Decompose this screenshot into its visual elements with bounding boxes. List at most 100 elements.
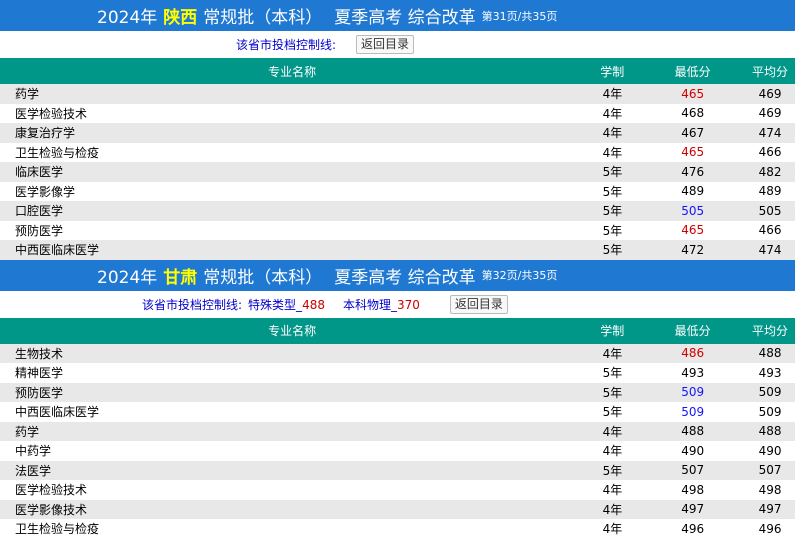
major-name: 口腔医学 <box>15 204 64 219</box>
avg-score: 498 <box>758 482 782 497</box>
major-name: 医学检验技术 <box>15 106 88 121</box>
study-duration: 5年 <box>602 463 623 478</box>
table-row: 预防医学 5年 465 466 <box>0 220 795 240</box>
table-row: 卫生检验与检疫 4年 496 496 <box>0 519 795 539</box>
major-name: 医学影像学 <box>15 184 76 199</box>
study-duration: 4年 <box>602 126 623 141</box>
table-row: 医学检验技术 4年 498 498 <box>0 480 795 500</box>
section-title-bar: 2024年 陕西 常规批（本科） 夏季高考 综合改革 第31页/共35页 <box>0 0 795 31</box>
page-indicator: 第32页/共35页 <box>481 269 558 282</box>
min-score: 465 <box>681 86 705 101</box>
min-score: 489 <box>681 184 705 199</box>
study-duration: 5年 <box>602 165 623 180</box>
avg-score: 497 <box>758 502 782 517</box>
min-score: 507 <box>681 463 705 478</box>
province-section: 2024年 甘肃 常规批（本科） 夏季高考 综合改革 第32页/共35页该省市投档控制线… <box>0 259 795 539</box>
avg-score: 474 <box>758 242 782 257</box>
min-score: 509 <box>681 385 705 400</box>
section-title-bar: 2024年 甘肃 常规批（本科） 夏季高考 综合改革 第32页/共35页 <box>0 259 795 291</box>
major-name: 药学 <box>15 424 40 439</box>
major-name: 法医学 <box>15 463 52 478</box>
table-row: 临床医学 5年 476 482 <box>0 162 795 182</box>
study-duration: 5年 <box>602 184 623 199</box>
min-score: 497 <box>681 502 705 517</box>
control-line-type: 特殊类型_ <box>248 297 303 312</box>
title-exam-type: 夏季高考 综合改革 <box>334 8 476 28</box>
column-header-avg-score: 平均分 <box>752 64 789 79</box>
major-name: 药学 <box>15 87 40 102</box>
avg-score: 490 <box>758 443 782 458</box>
major-name: 中西医临床医学 <box>15 405 100 420</box>
study-duration: 4年 <box>602 444 623 459</box>
title-batch: 常规批（本科） <box>203 267 323 288</box>
title-province: 陕西 <box>163 8 198 28</box>
min-score: 486 <box>681 346 705 361</box>
min-score: 493 <box>681 365 705 380</box>
min-score: 488 <box>681 424 705 439</box>
table-row: 中药学 4年 490 490 <box>0 441 795 461</box>
avg-score: 482 <box>758 164 782 179</box>
control-line-row: 该省市投档控制线: 特殊类型_488 本科物理_370 返回目录 <box>0 291 795 318</box>
avg-score: 488 <box>758 424 782 439</box>
control-line-row: 该省市投档控制线: 返回目录 <box>0 31 795 58</box>
min-score: 465 <box>681 223 705 238</box>
title-year: 2024年 <box>97 267 158 288</box>
study-duration: 5年 <box>602 243 623 258</box>
control-line-item: 特殊类型_488 <box>248 296 325 313</box>
min-score: 472 <box>681 242 705 257</box>
title-batch: 常规批（本科） <box>203 8 323 28</box>
min-score: 498 <box>681 482 705 497</box>
title-province: 甘肃 <box>163 267 198 288</box>
avg-score: 509 <box>758 404 782 419</box>
study-duration: 4年 <box>602 106 623 121</box>
avg-score: 507 <box>758 463 782 478</box>
control-line-score: 370 <box>396 297 420 312</box>
major-name: 预防医学 <box>15 385 64 400</box>
study-duration: 5年 <box>602 405 623 420</box>
column-header-major: 专业名称 <box>268 64 317 79</box>
avg-score: 474 <box>758 125 782 140</box>
table-row: 生物技术 4年 486 488 <box>0 343 795 363</box>
min-score: 467 <box>681 125 705 140</box>
avg-score: 505 <box>758 203 782 218</box>
study-duration: 4年 <box>602 145 623 160</box>
major-name: 医学检验技术 <box>15 483 88 498</box>
major-name: 中药学 <box>15 444 52 459</box>
table-row: 药学 4年 465 469 <box>0 84 795 104</box>
major-name: 卫生检验与检疫 <box>15 522 100 537</box>
control-line-score: 488 <box>302 297 325 312</box>
control-line-label: 该省市投档控制线: <box>142 297 243 312</box>
min-score: 505 <box>681 203 705 218</box>
table-header-row: 专业名称 学制 最低分 平均分 <box>0 317 795 344</box>
study-duration: 4年 <box>602 346 623 361</box>
avg-score: 466 <box>758 145 782 160</box>
min-score: 509 <box>681 404 705 419</box>
min-score: 468 <box>681 106 705 121</box>
major-name: 中西医临床医学 <box>15 243 100 258</box>
title-exam-type: 夏季高考 综合改革 <box>334 267 476 288</box>
study-duration: 4年 <box>602 483 623 498</box>
study-duration: 4年 <box>602 502 623 517</box>
study-duration: 5年 <box>602 366 623 381</box>
table-row: 口腔医学 5年 505 505 <box>0 201 795 221</box>
study-duration: 4年 <box>602 522 623 537</box>
page-root: 2024年 陕西 常规批（本科） 夏季高考 综合改革 第31页/共35页 该省市投档控制线… <box>0 0 795 539</box>
avg-score: 488 <box>758 346 782 361</box>
major-name: 精神医学 <box>15 366 64 381</box>
major-name: 医学影像技术 <box>15 502 88 517</box>
control-line-item: 本科物理_370 <box>343 296 420 313</box>
column-header-min-score: 最低分 <box>674 64 711 79</box>
major-name: 康复治疗学 <box>15 126 76 141</box>
min-score: 476 <box>681 164 705 179</box>
page-indicator: 第31页/共35页 <box>481 9 558 23</box>
province-section: 2024年 陕西 常规批（本科） 夏季高考 综合改革 第31页/共35页该省市投档控制线… <box>0 0 795 260</box>
avg-score: 466 <box>758 223 782 238</box>
column-header-duration: 学制 <box>600 324 625 338</box>
back-to-index-button[interactable]: 返回目录 <box>449 294 508 314</box>
table-row: 法医学 5年 507 507 <box>0 460 795 480</box>
title-year: 2024年 <box>97 8 158 28</box>
control-line-type: 本科物理_ <box>342 297 397 312</box>
study-duration: 5年 <box>602 385 623 400</box>
major-name: 临床医学 <box>15 165 64 180</box>
back-to-index-button[interactable]: 返回目录 <box>356 35 415 54</box>
